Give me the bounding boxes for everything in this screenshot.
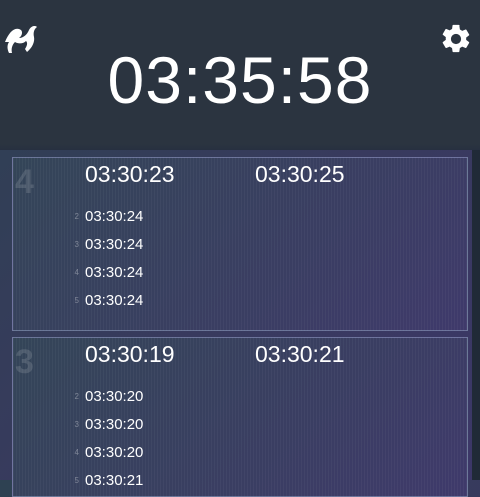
split-time: 03:30:24 — [85, 208, 144, 225]
list-item: 4 03:30:20 — [13, 439, 467, 467]
lap-end-time: 03:30:21 — [255, 341, 345, 367]
scrollbar[interactable] — [472, 150, 480, 480]
split-time: 03:30:20 — [85, 388, 144, 405]
split-time: 03:30:20 — [85, 416, 144, 433]
split-index: 2 — [74, 212, 79, 221]
list-item: 4 03:30:24 — [13, 259, 467, 287]
split-time: 03:30:20 — [85, 444, 144, 461]
split-list: 2 03:30:20 3 03:30:20 4 03:30:20 5 03:30… — [13, 383, 467, 495]
list-item: 5 03:30:21 — [13, 467, 467, 495]
gear-icon[interactable] — [439, 22, 473, 56]
list-item: 2 03:30:20 — [13, 383, 467, 411]
lap-number: 4 — [15, 163, 34, 201]
split-index: 5 — [74, 296, 79, 305]
lap-number: 3 — [15, 343, 34, 381]
list-item: 3 03:30:24 — [13, 231, 467, 259]
list-item: 3 03:30:20 — [13, 411, 467, 439]
lap-start-time: 03:30:19 — [85, 341, 175, 367]
list-item: 5 03:30:24 — [13, 287, 467, 315]
current-time-display: 03:35:58 — [107, 43, 373, 117]
lap-end-time: 03:30:25 — [255, 161, 345, 187]
split-list: 2 03:30:24 3 03:30:24 4 03:30:24 5 03:30… — [13, 203, 467, 315]
split-index: 2 — [74, 392, 79, 401]
split-index: 5 — [74, 476, 79, 485]
split-time: 03:30:24 — [85, 292, 144, 309]
lap-start-time: 03:30:23 — [85, 161, 175, 187]
split-index: 3 — [74, 420, 79, 429]
lap-panel[interactable]: 3 03:30:19 03:30:21 2 03:30:20 3 03:30:2… — [12, 337, 468, 497]
list-item: 2 03:30:24 — [13, 203, 467, 231]
lap-panel[interactable]: 4 03:30:23 03:30:25 2 03:30:24 3 03:30:2… — [12, 157, 468, 331]
split-time: 03:30:21 — [85, 472, 144, 489]
split-time: 03:30:24 — [85, 264, 144, 281]
split-index: 4 — [74, 268, 79, 277]
header-bar: 03:35:58 — [0, 0, 480, 150]
split-index: 4 — [74, 448, 79, 457]
split-time: 03:30:24 — [85, 236, 144, 253]
split-index: 3 — [74, 240, 79, 249]
